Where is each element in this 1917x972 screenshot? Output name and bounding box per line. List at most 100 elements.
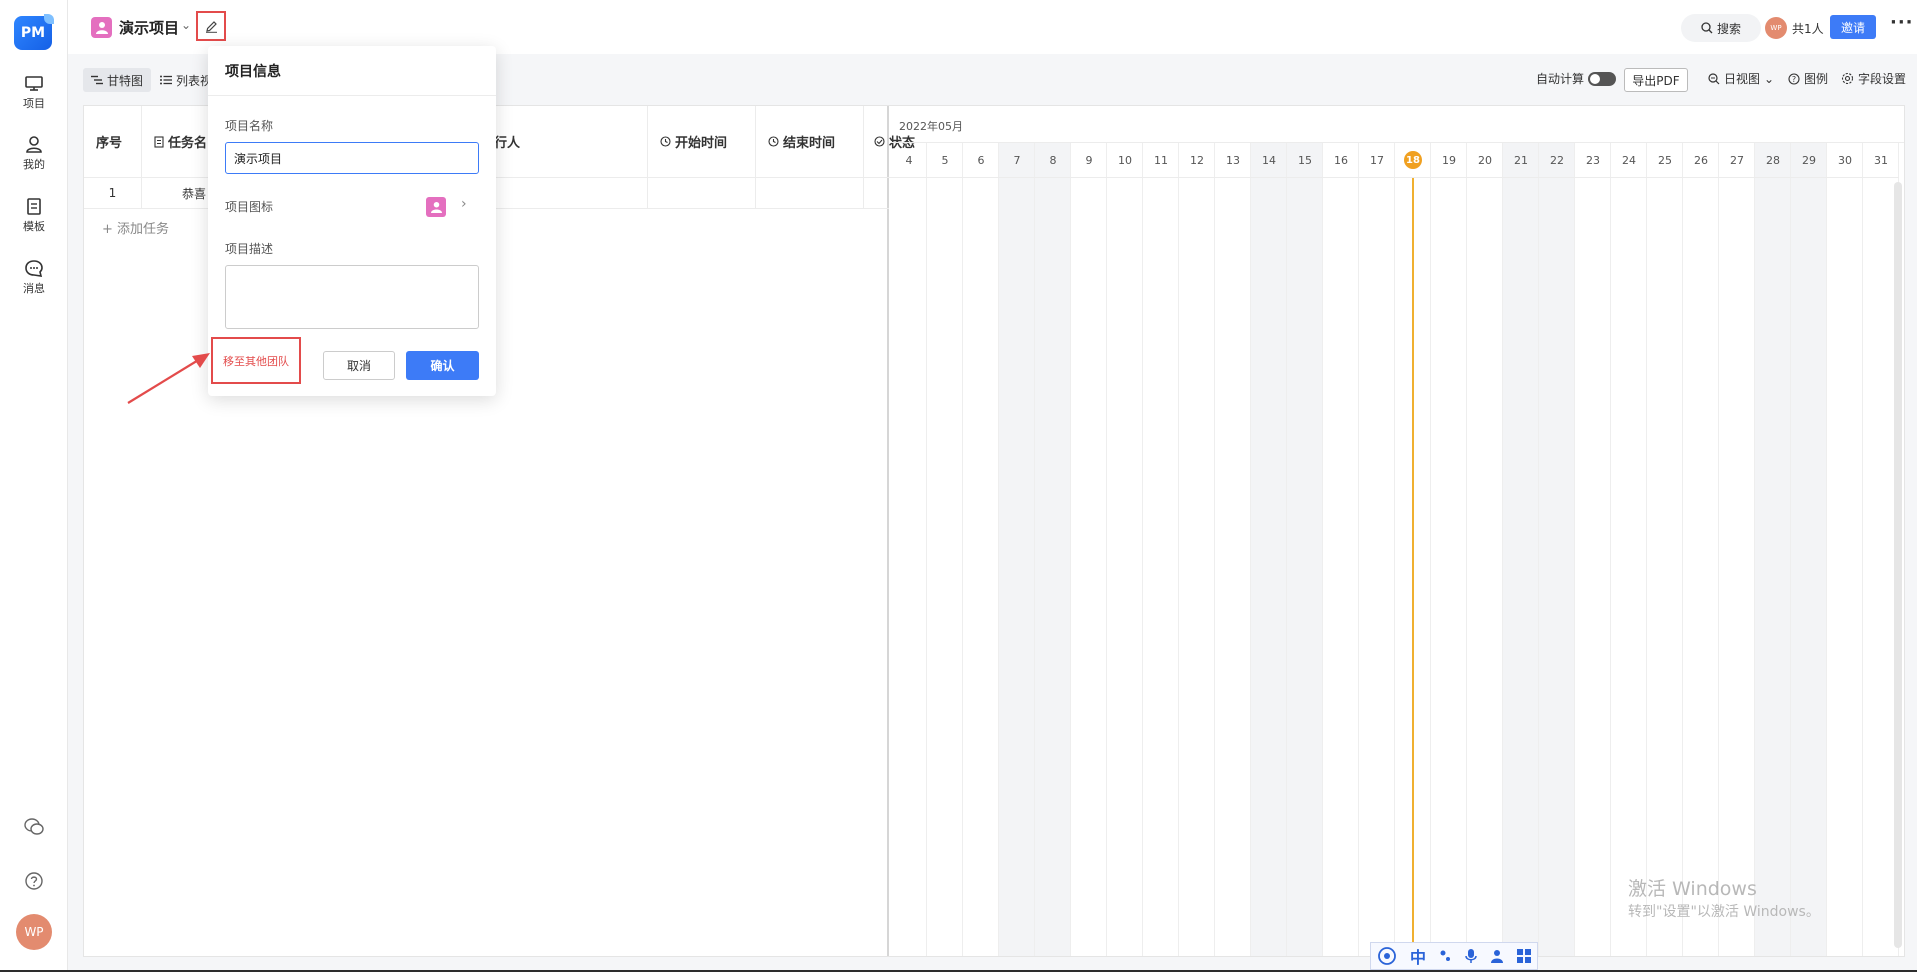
day-column: 4 [891,143,927,956]
project-description-input[interactable] [225,265,479,329]
edit-project-button[interactable] [196,11,226,41]
day-column: 16 [1323,143,1359,956]
day-label: 8 [1035,143,1071,178]
punctuation-icon[interactable] [1439,948,1453,964]
auto-calc-label: 自动计算 [1536,72,1585,86]
day-column: 11 [1143,143,1179,956]
app-logo[interactable]: PM [14,14,54,50]
day-view-dropdown[interactable]: 日视图 ⌄ [1708,70,1774,87]
column-header-end[interactable]: 结束时间 [756,106,864,178]
column-header-index[interactable]: 序号 [84,106,142,178]
field-settings-label: 字段设置 [1858,72,1907,86]
monitor-icon [25,76,43,91]
toggle-switch[interactable] [1588,71,1617,86]
export-pdf-button[interactable]: 导出PDF [1624,68,1688,92]
vertical-scrollbar[interactable] [1894,182,1902,948]
legend-button[interactable]: ? 图例 [1788,70,1828,87]
day-column: 7 [999,143,1035,956]
day-column: 27 [1719,143,1755,956]
chevron-right-icon[interactable]: › [461,196,467,212]
day-column: 17 [1359,143,1395,956]
today-line [1412,178,1414,956]
check-circle-icon [874,136,885,147]
field-settings-button[interactable]: 字段设置 [1841,70,1906,87]
day-label: 6 [963,143,999,178]
day-column: 30 [1827,143,1863,956]
pencil-icon [205,20,217,33]
help-button[interactable] [0,872,68,890]
tab-gantt[interactable]: 甘特图 [83,68,152,92]
member-count[interactable]: 共1人 [1792,20,1824,37]
row-index: 1 [84,178,142,209]
day-label: 19 [1431,143,1467,178]
message-icon [25,260,43,277]
member-avatar[interactable]: WP [1765,17,1787,39]
ime-logo-icon[interactable] [1377,946,1397,966]
day-column: 8 [1035,143,1071,956]
zoom-icon [1708,72,1720,84]
confirm-button[interactable]: 确认 [406,351,479,380]
column-header-assignee[interactable]: 行人 [482,106,648,178]
day-label: 28 [1755,143,1791,178]
annotation-arrow [127,353,210,404]
template-icon [27,198,41,215]
search-button[interactable]: 搜索 [1681,14,1761,42]
more-options-button[interactable]: ··· [1890,12,1914,33]
cancel-button[interactable]: 取消 [323,351,395,380]
sidebar-item-templates[interactable]: 模板 [0,198,68,234]
sidebar-item-label: 消息 [23,282,45,295]
add-task-button[interactable]: + 添加任务 [102,218,169,237]
ime-mode-toggle[interactable]: 中 [1410,944,1426,968]
person-icon [95,22,108,34]
sidebar-item-projects[interactable]: 项目 [0,76,68,111]
day-column: 5 [927,143,963,956]
sidebar-item-messages[interactable]: 消息 [0,260,68,296]
legend-label: 图例 [1804,72,1829,86]
day-column: 10 [1107,143,1143,956]
gantt-month-label: 2022年05月 [899,120,963,133]
project-description-label: 项目描述 [225,242,274,256]
project-icon-picker[interactable] [426,197,446,217]
user-icon[interactable] [1490,949,1504,963]
help-icon: ? [1788,72,1800,85]
invite-button[interactable]: 邀请 [1830,15,1876,39]
project-name-input[interactable] [225,142,479,174]
row-status[interactable] [864,178,889,209]
column-header-start[interactable]: 开始时间 [648,106,756,178]
day-label: 14 [1251,143,1287,178]
svg-text:?: ? [1792,75,1796,84]
day-label: 16 [1323,143,1359,178]
project-icon-label: 项目图标 [225,200,274,214]
sidebar-item-mine[interactable]: 我的 [0,136,68,172]
day-label: 31 [1863,143,1899,178]
day-label: 24 [1611,143,1647,178]
user-avatar-button[interactable]: WP [0,914,68,950]
move-to-other-team-button[interactable]: 移至其他团队 [211,337,301,384]
day-label: 4 [891,143,927,178]
day-column: 25 [1647,143,1683,956]
wechat-icon [24,818,44,835]
row-assignee[interactable] [482,178,648,209]
chevron-down-icon[interactable]: ⌄ [181,18,191,32]
list-icon [160,75,172,85]
clock-icon [660,136,671,147]
column-header-label: 任务名 [168,136,208,151]
day-label: 12 [1179,143,1215,178]
day-column: 29 [1791,143,1827,956]
ime-toolbar: 中 [1370,942,1538,970]
day-column: 9 [1071,143,1107,956]
day-column: 26 [1683,143,1719,956]
today-badge: 18 [1404,151,1422,169]
wechat-button[interactable] [0,818,68,836]
left-sidebar: PM 项目 我的 模板 消息 WP [0,0,68,972]
sidebar-item-label: 模板 [23,220,45,233]
day-label: 20 [1467,143,1503,178]
grid-icon[interactable] [1516,949,1531,963]
microphone-icon[interactable] [1465,948,1478,964]
clock-icon [768,136,779,147]
row-start[interactable] [648,178,756,209]
project-title[interactable]: 演示项目 [119,17,179,38]
day-label: 10 [1107,143,1143,178]
auto-calc-toggle[interactable]: 自动计算 [1536,70,1617,87]
row-end[interactable] [756,178,864,209]
